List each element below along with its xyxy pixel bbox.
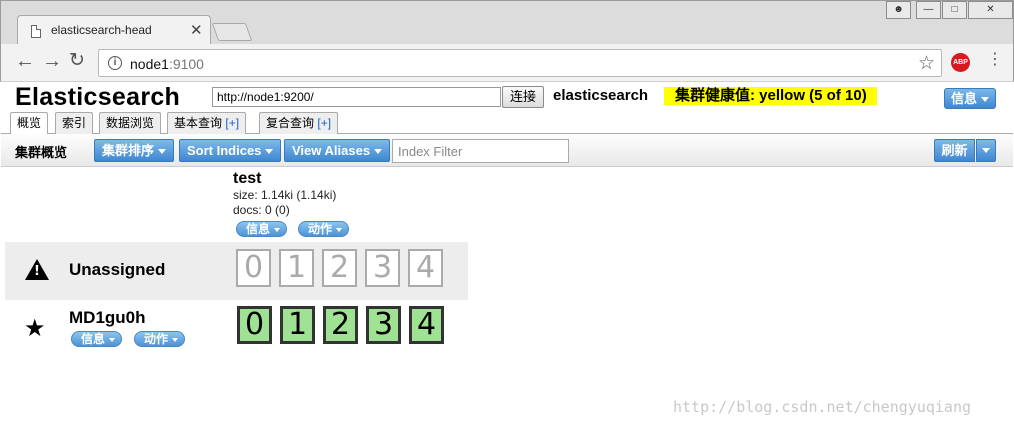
tab-basic-query[interactable]: 基本查询 [+] xyxy=(167,112,247,134)
user-profile-icon[interactable]: ☻ xyxy=(886,1,911,19)
tab-label: 索引 xyxy=(62,116,87,130)
close-window-button[interactable]: ✕ xyxy=(968,1,1013,19)
view-aliases-label: View Aliases xyxy=(292,143,371,158)
page-content: Elasticsearch 连接 elasticsearch 集群健康值: ye… xyxy=(1,82,1013,427)
browser-menu-icon[interactable]: ⋮ xyxy=(987,52,1003,68)
unassigned-shard[interactable]: 4 xyxy=(408,249,443,287)
sort-indices-label: Sort Indices xyxy=(187,143,262,158)
tab-label: 基本查询 xyxy=(174,116,223,130)
chevron-down-icon xyxy=(274,227,281,232)
chevron-down-icon xyxy=(109,337,116,342)
chevron-down-icon xyxy=(374,149,383,155)
index-size: size: 1.14ki (1.14ki) xyxy=(233,188,337,202)
tab-label: 数据浏览 xyxy=(106,116,155,130)
unassigned-shard[interactable]: 1 xyxy=(279,249,314,287)
cluster-name: elasticsearch xyxy=(553,87,649,104)
assigned-shard[interactable]: 3 xyxy=(366,306,401,344)
sort-indices-button[interactable]: Sort Indices xyxy=(179,139,282,162)
close-tab-icon[interactable]: ✕ xyxy=(190,21,203,39)
overview-title: 集群概览 xyxy=(15,145,68,160)
node-info-label: 信息 xyxy=(81,332,106,346)
view-aliases-button[interactable]: View Aliases xyxy=(284,139,391,162)
app-title: Elasticsearch xyxy=(15,83,181,111)
connect-button[interactable]: 连接 xyxy=(502,86,544,108)
tab-label: 概览 xyxy=(17,116,42,130)
chevron-down-icon xyxy=(158,149,167,155)
unassigned-row: ! Unassigned 0 1 2 3 4 xyxy=(5,242,468,300)
tab-plus[interactable]: [+] xyxy=(317,116,331,130)
chevron-down-icon xyxy=(265,149,274,155)
cluster-health-status: 集群健康值: yellow (5 of 10) xyxy=(664,87,877,105)
address-bar[interactable]: i node1:9100 ☆ xyxy=(98,49,942,77)
cluster-sort-label: 集群排序 xyxy=(102,143,155,158)
unassigned-shard[interactable]: 2 xyxy=(322,249,357,287)
chevron-down-icon xyxy=(172,337,179,342)
tab-overview[interactable]: 概览 xyxy=(10,112,49,135)
tab-browser[interactable]: 数据浏览 xyxy=(99,112,162,134)
back-arrow-icon[interactable]: ← xyxy=(15,51,35,71)
browser-titlebar: elasticsearch-head ✕ ☻ — □ ✕ xyxy=(0,0,1014,45)
forward-arrow-icon[interactable]: → xyxy=(42,51,62,71)
browser-tab-title: elasticsearch-head xyxy=(51,23,152,37)
browser-toolbar: ← → ↻ i node1:9100 ☆ ABP ⋮ xyxy=(0,44,1014,82)
index-action-label: 动作 xyxy=(308,222,333,236)
adblock-icon[interactable]: ABP xyxy=(951,53,970,72)
overview-toolbar: 集群概览 集群排序 Sort Indices View Aliases 刷新 xyxy=(1,134,1013,167)
reload-icon[interactable]: ↻ xyxy=(69,51,85,71)
url-host: node1 xyxy=(130,56,169,72)
new-tab-button[interactable] xyxy=(211,23,253,41)
minimize-button[interactable]: — xyxy=(916,1,941,19)
tab-indices[interactable]: 索引 xyxy=(55,112,94,134)
chevron-down-icon xyxy=(336,227,343,232)
browser-tab[interactable]: elasticsearch-head ✕ xyxy=(17,15,211,45)
index-filter-input[interactable] xyxy=(392,139,569,163)
refresh-button[interactable]: 刷新 xyxy=(934,139,975,162)
node-action-button[interactable]: 动作 xyxy=(134,331,186,347)
info-menu-button[interactable]: 信息 xyxy=(944,88,996,109)
page-tabs: 概览 索引 数据浏览 基本查询 [+] 复合查询 [+] xyxy=(1,111,1013,135)
node-info-button[interactable]: 信息 xyxy=(71,331,123,347)
unassigned-shard[interactable]: 0 xyxy=(236,249,271,287)
tab-compound-query[interactable]: 复合查询 [+] xyxy=(259,112,339,134)
index-info-button[interactable]: 信息 xyxy=(236,221,288,237)
assigned-shard[interactable]: 4 xyxy=(409,306,444,344)
cluster-sort-button[interactable]: 集群排序 xyxy=(94,139,175,162)
assigned-shard[interactable]: 2 xyxy=(323,306,358,344)
index-docs: docs: 0 (0) xyxy=(233,203,290,217)
tab-label: 复合查询 xyxy=(266,116,315,130)
chevron-down-icon xyxy=(981,97,990,103)
master-node-star-icon: ★ xyxy=(24,315,46,342)
url-text: node1:9100 xyxy=(130,56,204,72)
index-info-label: 信息 xyxy=(246,222,271,236)
chevron-down-icon xyxy=(982,148,990,154)
assigned-shard[interactable]: 0 xyxy=(237,306,272,344)
index-action-button[interactable]: 动作 xyxy=(298,221,350,237)
tab-plus[interactable]: [+] xyxy=(225,116,239,130)
node-name: MD1gu0h xyxy=(69,308,146,327)
maximize-button[interactable]: □ xyxy=(942,1,967,19)
unassigned-shard[interactable]: 3 xyxy=(365,249,400,287)
connect-url-input[interactable] xyxy=(212,87,501,107)
site-info-icon[interactable]: i xyxy=(108,56,122,70)
index-name: test xyxy=(233,170,262,187)
unassigned-label: Unassigned xyxy=(69,260,166,279)
node-action-label: 动作 xyxy=(144,332,169,346)
watermark-text: http://blog.csdn.net/chengyuqiang xyxy=(673,398,972,416)
assigned-shard[interactable]: 1 xyxy=(280,306,315,344)
refresh-dropdown-button[interactable] xyxy=(976,139,996,162)
info-menu-label: 信息 xyxy=(951,91,978,106)
bookmark-star-icon[interactable]: ☆ xyxy=(918,52,935,75)
warning-icon: ! xyxy=(25,259,49,280)
document-icon xyxy=(31,25,41,38)
url-port: :9100 xyxy=(168,56,204,72)
